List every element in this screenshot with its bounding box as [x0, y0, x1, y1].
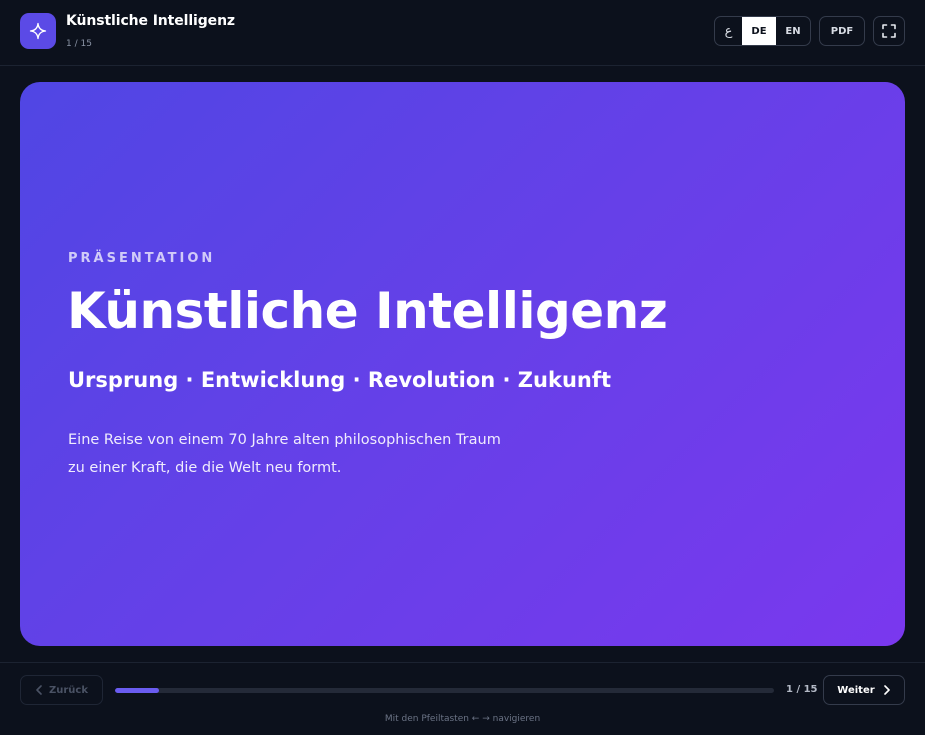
app-title: Künstliche Intelligenz [66, 13, 235, 29]
sparkle-icon [20, 13, 56, 49]
header: Künstliche Intelligenz 1 / 15 ع DE EN PD… [0, 0, 925, 66]
footer-divider [0, 662, 925, 663]
fullscreen-button[interactable] [873, 16, 905, 46]
slide-description: Eine Reise von einem 70 Jahre alten phil… [68, 432, 501, 476]
progress-bar [115, 688, 774, 693]
pdf-button[interactable]: PDF [819, 16, 865, 46]
keyboard-hint: Mit den Pfeiltasten ← → navigieren [384, 714, 541, 724]
slide-content: PRÄSENTATION Künstliche Intelligenz Ursp… [20, 82, 905, 646]
back-button[interactable]: Zurück [20, 675, 103, 705]
slide-counter-top: 1 / 15 [66, 39, 92, 49]
fullscreen-icon [882, 24, 896, 38]
slide-title: Künstliche Intelligenz [67, 282, 668, 340]
language-switcher: ع DE EN [714, 16, 811, 46]
language-button-de[interactable]: DE [742, 17, 776, 45]
slide-counter-bottom: 1 / 15 [786, 684, 818, 695]
language-button-ar[interactable]: ع [715, 17, 742, 45]
chevron-right-icon [883, 685, 890, 695]
next-button[interactable]: Weiter [823, 675, 905, 705]
chevron-left-icon [36, 685, 42, 695]
language-button-en[interactable]: EN [776, 17, 810, 45]
next-button-label: Weiter [837, 684, 875, 696]
back-button-label: Zurück [49, 684, 88, 696]
progress-fill [115, 688, 159, 693]
slide-subtitle: Ursprung · Entwicklung · Revolution · Zu… [68, 368, 612, 392]
slide-kicker: PRÄSENTATION [68, 251, 216, 266]
